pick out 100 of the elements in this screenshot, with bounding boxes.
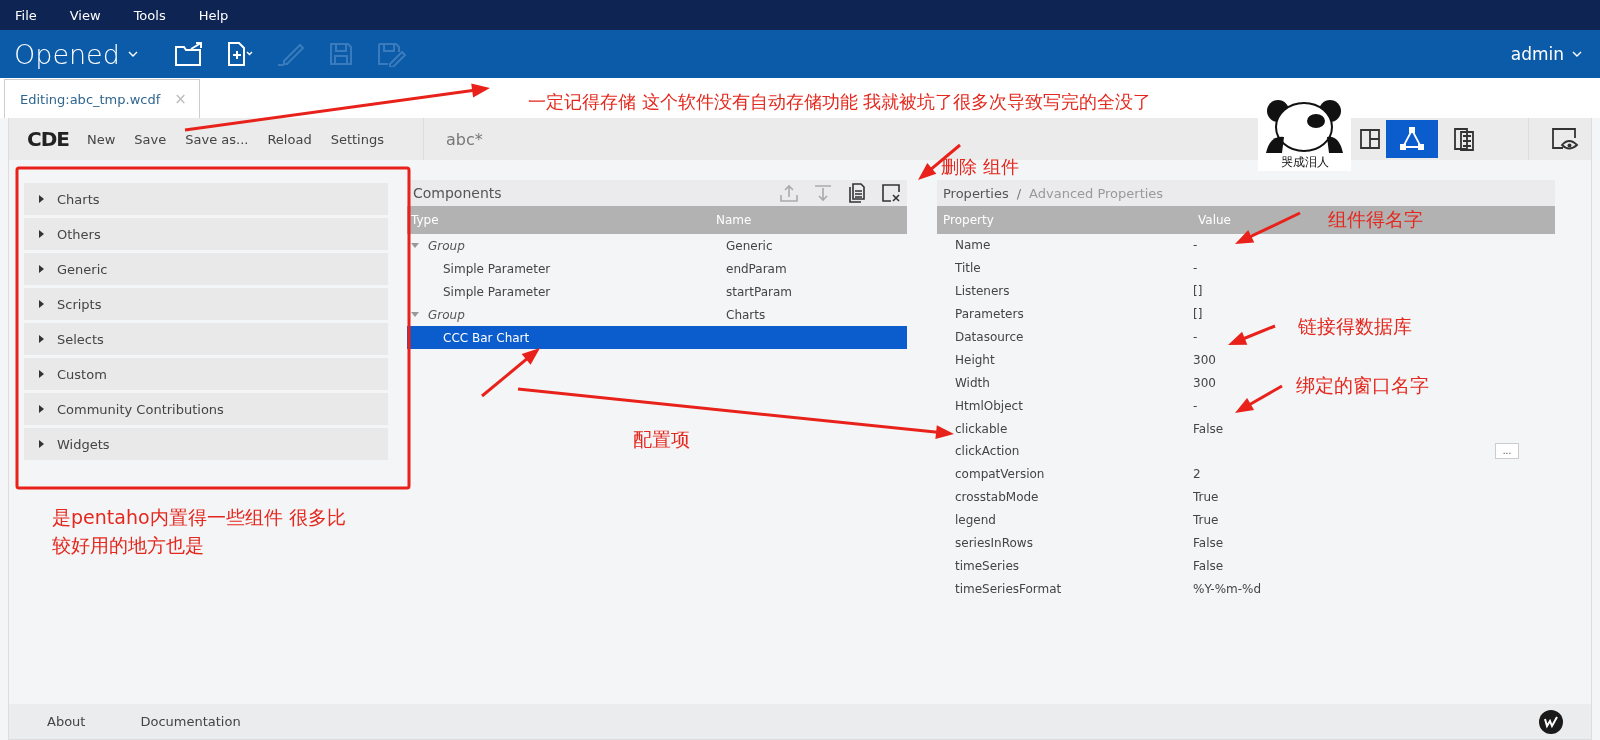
caret-icon[interactable] [39,230,45,238]
column-header: Type [410,213,440,227]
opened-menu[interactable]: Opened [14,38,138,70]
property-value[interactable]: - [1193,238,1198,253]
breadcrumb-separator: / [1016,185,1022,201]
toolbar-link[interactable]: Reload [267,131,312,147]
palette-group[interactable]: Charts [24,183,388,215]
property-value[interactable]: [] [1193,307,1203,322]
cde-logo: CDE [27,127,69,151]
caret-icon[interactable] [39,195,45,203]
annotation-note: 一定记得存储 这个软件没有自动存储功能 我就被坑了很多次导致写完的全没了 [528,90,1152,114]
sticker-caption: 哭成泪人 [1280,154,1329,171]
palette-group[interactable]: Others [24,218,388,250]
property-name: crosstabMode [954,490,1040,505]
folder-icon[interactable] [173,41,204,67]
property-name: clickable [954,421,1009,436]
property-value[interactable]: - [1193,261,1198,276]
property-name: Height [954,352,996,367]
dashboard-title: abc* [446,129,483,149]
menu-item[interactable]: File [15,7,37,23]
property-value[interactable]: [] [1193,284,1203,299]
palette-group[interactable]: Community Contributions [24,393,388,425]
delete-icon[interactable] [881,183,901,203]
arrow [1235,211,1301,244]
column-header: Property [942,213,995,227]
footer-link[interactable]: About [47,714,86,729]
menu-item[interactable]: View [69,7,101,23]
caret-icon[interactable] [39,335,45,343]
palette-group[interactable]: Custom [24,358,388,390]
new-file-icon[interactable] [225,41,254,67]
property-value[interactable]: %Y-%m-%d [1193,581,1262,596]
menu-item[interactable]: Tools [133,7,166,23]
toolbar-link[interactable]: Save [134,131,167,147]
property-value[interactable]: - [1193,398,1198,413]
more-button[interactable]: ... [1495,443,1519,460]
tab-label[interactable]: Editing:abc_tmp.wcdf [20,91,161,107]
caret-icon[interactable] [39,265,45,273]
caret-icon[interactable] [39,370,45,378]
property-value[interactable]: True [1193,490,1219,505]
menu-item[interactable]: Help [198,7,229,23]
table-row[interactable]: CCC Bar Chart [407,326,907,349]
caret-icon[interactable] [39,440,45,448]
document-tab[interactable]: Editing:abc_tmp.wcdf × [4,79,200,118]
table-row[interactable]: Group Generic [407,234,907,257]
property-value[interactable]: 2 [1193,467,1201,482]
property-value[interactable]: 300 [1193,375,1216,390]
logo-icon [1539,709,1563,734]
triangle-nodes-icon[interactable] [1399,126,1425,152]
palette-group[interactable]: Widgets [24,428,388,460]
property-name: timeSeriesFormat [954,581,1063,596]
arrow [918,143,961,180]
toolbar-link[interactable]: Save as... [185,131,249,147]
toolbar-link[interactable]: New [86,131,116,147]
duplicate-icon[interactable] [847,183,867,203]
palette-group[interactable]: Selects [24,323,388,355]
property-name: seriesInRows [954,536,1034,550]
property-name: Listeners [954,284,1011,299]
annotation-note: 是pentaho内置得一些组件 很多比较好用的地方也是 [52,505,347,558]
properties-tab[interactable]: Properties [943,185,1009,201]
column-header: Value [1198,213,1231,227]
property-value[interactable]: False [1193,558,1224,573]
property-value[interactable]: True [1193,513,1219,528]
property-name: Datasource [954,330,1025,344]
property-name: clickAction [954,444,1021,459]
eye-icon[interactable] [1550,126,1580,152]
caret-icon[interactable] [39,405,45,413]
property-name: Name [954,238,992,253]
annotation-note: 删除 组件 [941,158,1019,176]
property-name: timeSeries [954,558,1020,573]
property-name: compatVersion [954,467,1046,482]
property-name: legend [954,513,997,528]
annotation-note: 组件得名字 [1328,207,1423,232]
property-value[interactable]: 300 [1193,352,1216,367]
caret-icon[interactable] [39,300,45,308]
property-name: Title [954,261,982,276]
annotation-note: 链接得数据库 [1298,314,1412,339]
components-view-button[interactable] [1386,120,1438,158]
stacked-pages-icon[interactable] [1452,126,1476,152]
annotation-note: 配置项 [633,427,690,452]
property-name: Width [954,375,991,390]
arrow [1228,324,1276,345]
property-name: Parameters [954,307,1025,322]
toolbar-link[interactable]: Settings [330,131,384,147]
arrow [1235,384,1283,413]
footer-link[interactable]: Documentation [140,714,241,729]
table-row[interactable]: Simple Parameter startParam [407,280,907,303]
property-value[interactable]: False [1193,536,1224,550]
column-header: Name [716,213,752,227]
user-menu[interactable]: admin [1510,44,1582,64]
caret-icon[interactable] [1572,51,1582,57]
table-row[interactable]: Group Charts [407,303,907,326]
caret-icon[interactable] [127,51,138,57]
property-value[interactable]: False [1193,421,1224,436]
panel-title: Components [413,185,502,201]
table-row[interactable]: Simple Parameter endParam [407,257,907,280]
palette-group[interactable]: Scripts [24,288,388,320]
palette-group[interactable]: Generic [24,253,388,285]
annotation-note: 绑定的窗口名字 [1296,373,1429,398]
grid-icon[interactable] [1358,127,1382,151]
property-value[interactable]: - [1193,330,1198,344]
